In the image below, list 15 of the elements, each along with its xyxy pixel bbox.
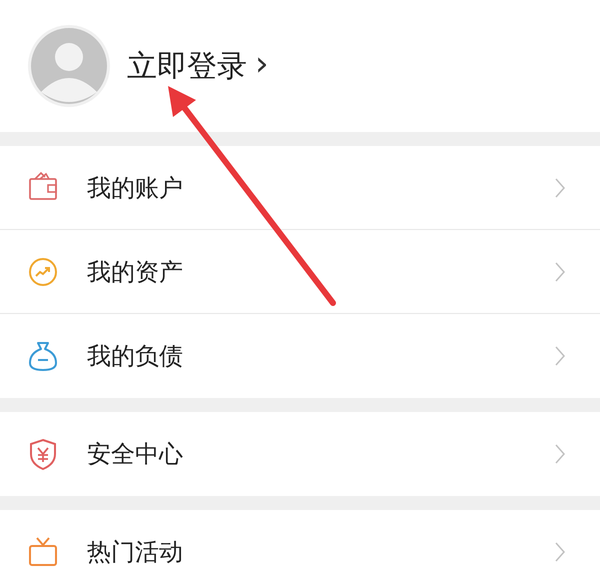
chevron-icon[interactable]: ›: [255, 47, 269, 85]
chevron-icon: [554, 345, 566, 367]
chevron-icon: [554, 176, 566, 198]
chevron-icon: [554, 260, 566, 282]
avatar-icon: [27, 24, 111, 108]
menu-item[interactable]: 我的账户: [0, 146, 600, 230]
menu-item[interactable]: 安全中心: [0, 412, 600, 496]
menu-item[interactable]: 热门活动: [0, 510, 600, 577]
tv-icon: [26, 535, 60, 569]
money-bag-icon: [26, 339, 60, 373]
menu-item[interactable]: 我的资产: [0, 230, 600, 314]
menu-item[interactable]: 我的负债: [0, 314, 600, 398]
chevron-icon: [554, 443, 566, 465]
login-link[interactable]: 立即登录: [127, 46, 247, 86]
chevron-icon: [554, 541, 566, 563]
